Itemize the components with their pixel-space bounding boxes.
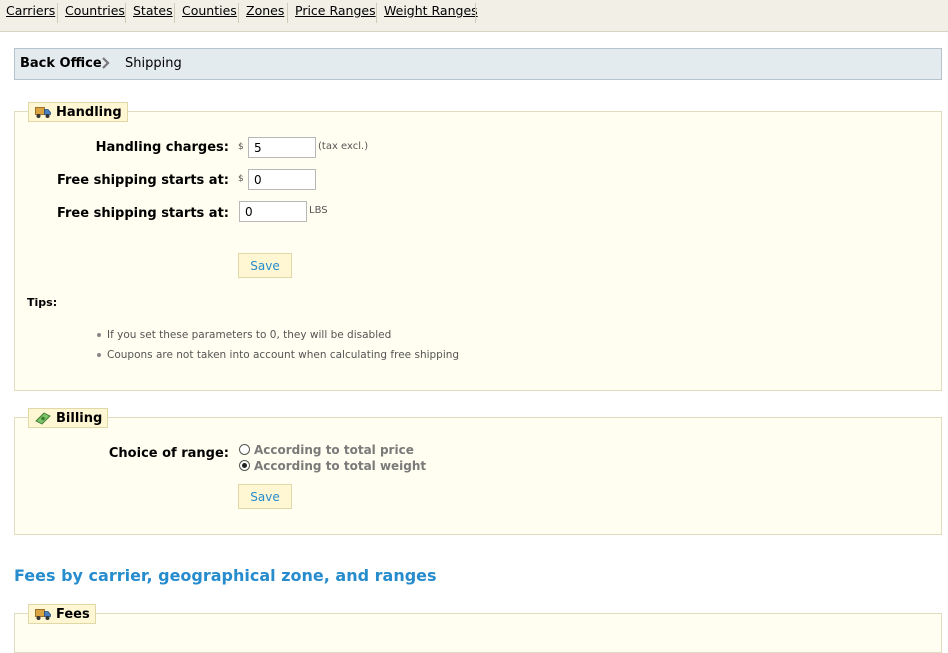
nav-carriers[interactable]: Carriers [6,3,55,18]
free-shipping-weight-unit: LBS [309,205,328,216]
tip-item: If you set these parameters to 0, they w… [97,329,391,341]
range-option-price[interactable]: According to total price [239,443,414,457]
free-shipping-price-currency: $ [238,174,244,184]
fees-legend-label: Fees [56,607,90,622]
radio-price[interactable] [239,444,250,455]
nav-counties[interactable]: Counties [182,3,237,18]
nav-price-ranges[interactable]: Price Ranges [295,3,376,18]
nav-separator [475,3,476,23]
breadcrumb-root[interactable]: Back Office [20,56,102,71]
handling-charges-input[interactable] [248,137,316,158]
tips-title: Tips: [27,296,58,309]
truck-icon [35,609,51,620]
breadcrumb: Back Office Shipping [14,48,942,80]
range-option-weight-label: According to total weight [254,459,427,473]
nav-states[interactable]: States [133,3,173,18]
nav-separator [174,3,175,23]
breadcrumb-current: Shipping [125,56,182,71]
fees-fieldset: Fees [14,604,942,653]
free-shipping-weight-label: Free shipping starts at: [56,206,229,221]
handling-legend: Handling [28,102,128,122]
nav-separator [238,3,239,23]
free-shipping-price-input[interactable] [248,169,316,190]
nav-weight-ranges[interactable]: Weight Ranges [384,3,478,18]
nav-zones[interactable]: Zones [246,3,284,18]
nav-countries[interactable]: Countries [65,3,125,18]
handling-charges-currency: $ [238,142,244,152]
money-icon [35,412,51,425]
nav-separator [376,3,377,23]
fees-section-title: Fees by carrier, geographical zone, and … [14,566,437,585]
handling-fieldset: Handling Handling charges: $ (tax excl.)… [14,102,942,391]
radio-weight[interactable] [239,460,250,471]
top-navigation: Carriers Countries States Counties Zones… [0,0,948,32]
free-shipping-price-label: Free shipping starts at: [56,173,229,188]
chevron-right-icon [102,57,110,69]
tip-text: If you set these parameters to 0, they w… [107,329,392,341]
handling-charges-label: Handling charges: [95,140,229,155]
nav-separator [57,3,58,23]
bullet-icon [97,333,101,337]
choice-of-range-label: Choice of range: [108,446,229,461]
tip-item: Coupons are not taken into account when … [97,349,459,361]
nav-separator [125,3,126,23]
truck-icon [35,107,51,118]
handling-charges-unit: (tax excl.) [318,141,369,152]
billing-legend: Billing [28,408,109,428]
handling-save-button[interactable]: Save [238,253,292,278]
bullet-icon [97,353,101,357]
tip-text: Coupons are not taken into account when … [107,349,460,361]
range-option-price-label: According to total price [254,443,414,457]
handling-legend-label: Handling [56,105,122,120]
fees-legend: Fees [28,604,96,624]
free-shipping-weight-input[interactable] [239,201,307,222]
billing-save-button[interactable]: Save [238,484,292,509]
range-option-weight[interactable]: According to total weight [239,459,426,473]
nav-separator [287,3,288,23]
billing-legend-label: Billing [56,411,103,426]
billing-fieldset: Billing Choice of range: According to to… [14,408,942,535]
